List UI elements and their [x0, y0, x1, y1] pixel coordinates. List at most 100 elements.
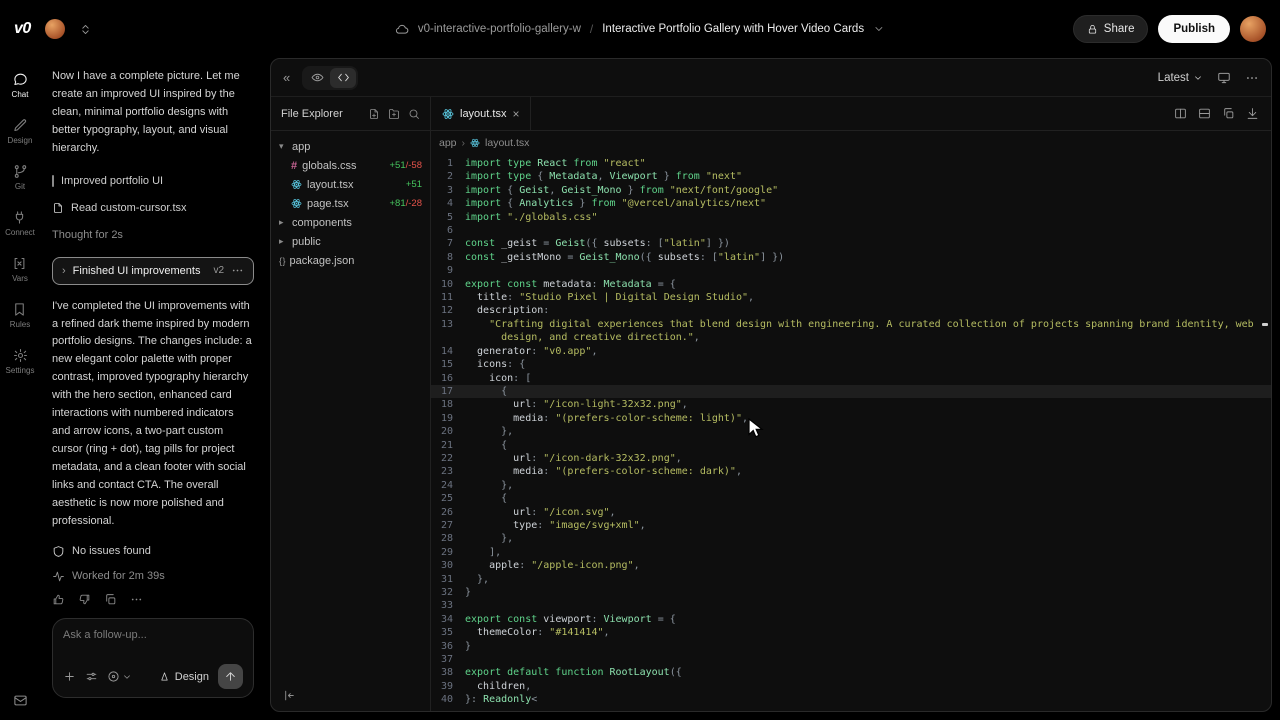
code-line[interactable]: 18 url: "/icon-light-32x32.png", — [431, 398, 1271, 411]
tree-folder-public[interactable]: ▸ public — [271, 232, 430, 251]
design-mode-toggle[interactable]: Design — [159, 671, 209, 683]
code-line[interactable]: 39 children, — [431, 680, 1271, 693]
chat-input-box[interactable]: Design — [52, 618, 254, 698]
tree-folder-components[interactable]: ▸ components — [271, 213, 430, 232]
step-read-custom-cursor[interactable]: Read custom-cursor.tsx — [52, 195, 254, 222]
copy-file-icon[interactable] — [1222, 107, 1235, 120]
preview-eye-icon[interactable] — [304, 68, 330, 88]
code-line[interactable]: 33 — [431, 599, 1271, 612]
code-line[interactable]: 3import { Geist, Geist_Mono } from "next… — [431, 184, 1271, 197]
code-line[interactable]: 35 themeColor: "#141414", — [431, 626, 1271, 639]
code-line[interactable]: 2import type { Metadata, Viewport } from… — [431, 170, 1271, 183]
code-line[interactable]: design, and creative direction.", — [431, 331, 1271, 344]
copy-icon[interactable] — [104, 593, 117, 606]
code-line[interactable]: 19 media: "(prefers-color-scheme: light)… — [431, 412, 1271, 425]
breadcrumb-folder[interactable]: app — [439, 137, 457, 149]
new-folder-icon[interactable] — [388, 108, 400, 120]
model-selector[interactable] — [107, 670, 132, 683]
code-line[interactable]: 40}: Readonly< — [431, 693, 1271, 706]
mail-icon[interactable] — [13, 693, 28, 708]
code-line[interactable]: 30 apple: "/apple-icon.png", — [431, 559, 1271, 572]
project-slug[interactable]: v0-interactive-portfolio-gallery-w — [418, 23, 581, 35]
code-line[interactable]: 6 — [431, 224, 1271, 237]
code-line[interactable]: 22 url: "/icon-dark-32x32.png", — [431, 452, 1271, 465]
code-line[interactable]: 7const _geist = Geist({ subsets: ["latin… — [431, 237, 1271, 250]
version-selector[interactable]: Latest — [1158, 72, 1203, 84]
code-line[interactable]: 34export const viewport: Viewport = { — [431, 613, 1271, 626]
tree-folder-app[interactable]: ▾ app — [271, 137, 430, 156]
sliders-icon[interactable] — [85, 670, 98, 683]
thumbs-down-icon[interactable] — [78, 593, 91, 606]
rail-item-design[interactable]: Design — [8, 118, 33, 145]
code-line[interactable]: 26 url: "/icon.svg", — [431, 506, 1271, 519]
code-line[interactable]: 10export const metadata: Metadata = { — [431, 278, 1271, 291]
split-columns-icon[interactable] — [1174, 107, 1187, 120]
code-line[interactable]: 16 icon: [ — [431, 372, 1271, 385]
v0-logo[interactable]: v0 — [14, 20, 31, 38]
code-line[interactable]: 13 "Crafting digital experiences that bl… — [431, 318, 1271, 331]
code-line[interactable]: 38export default function RootLayout({ — [431, 666, 1271, 679]
search-icon[interactable] — [408, 108, 420, 120]
step-improved-portfolio-ui[interactable]: Improved portfolio UI — [52, 168, 254, 195]
download-icon[interactable] — [1246, 107, 1259, 120]
more-horizontal-icon[interactable] — [130, 593, 143, 606]
rail-item-git[interactable]: Git — [13, 164, 28, 191]
rail-item-connect[interactable]: Connect — [5, 210, 35, 237]
tab-layout-tsx[interactable]: layout.tsx × — [431, 97, 531, 130]
code-line[interactable]: 25 { — [431, 492, 1271, 505]
code-line[interactable]: 21 { — [431, 439, 1271, 452]
user-avatar[interactable] — [45, 19, 65, 39]
rail-item-settings[interactable]: Settings — [6, 348, 35, 375]
chevrons-updown-icon[interactable] — [79, 23, 92, 36]
close-tab-icon[interactable]: × — [512, 107, 519, 121]
code-line[interactable]: 8const _geistMono = Geist_Mono({ subsets… — [431, 251, 1271, 264]
account-avatar[interactable] — [1240, 16, 1266, 42]
worked-duration-row[interactable]: Worked for 2m 39s — [52, 570, 254, 583]
more-horizontal-icon[interactable] — [1245, 71, 1259, 85]
code-view-icon[interactable] — [330, 68, 356, 88]
follow-up-input[interactable] — [63, 629, 243, 641]
split-rows-icon[interactable] — [1198, 107, 1211, 120]
share-button[interactable]: Share — [1073, 15, 1149, 43]
tree-file-globals-css[interactable]: # globals.css +51/-58 — [271, 156, 430, 175]
publish-button[interactable]: Publish — [1158, 15, 1230, 43]
more-options-icon[interactable] — [231, 264, 244, 277]
send-button[interactable] — [218, 664, 243, 689]
code-line[interactable]: 9 — [431, 264, 1271, 277]
rail-item-chat[interactable]: Chat — [12, 72, 29, 99]
finished-task-card[interactable]: › Finished UI improvements v2 — [52, 257, 254, 285]
chevron-down-icon[interactable] — [873, 23, 885, 35]
code-line[interactable]: 29 ], — [431, 546, 1271, 559]
code-line[interactable]: 11 title: "Studio Pixel | Digital Design… — [431, 291, 1271, 304]
code-line[interactable]: 1import type React from "react" — [431, 157, 1271, 170]
code-line[interactable]: 28 }, — [431, 532, 1271, 545]
code-content[interactable]: 1import type React from "react"2import t… — [431, 154, 1271, 711]
code-line[interactable]: 37 — [431, 653, 1271, 666]
monitor-icon[interactable] — [1217, 71, 1231, 85]
tree-file-package-json[interactable]: { } package.json — [271, 251, 430, 270]
breadcrumb-file[interactable]: layout.tsx — [485, 137, 529, 149]
tree-file-layout-tsx[interactable]: layout.tsx +51 — [271, 175, 430, 194]
rail-item-rules[interactable]: Rules — [10, 302, 30, 329]
code-line[interactable]: 20 }, — [431, 425, 1271, 438]
code-line[interactable]: 17 { — [431, 385, 1271, 398]
code-line[interactable]: 32} — [431, 586, 1271, 599]
thumbs-up-icon[interactable] — [52, 593, 65, 606]
step-thought[interactable]: Thought for 2s — [52, 222, 254, 249]
code-line[interactable]: 14 generator: "v0.app", — [431, 345, 1271, 358]
plus-icon[interactable] — [63, 670, 76, 683]
new-file-icon[interactable] — [368, 108, 380, 120]
double-chevron-left-icon[interactable]: « — [283, 70, 290, 85]
code-line[interactable]: 27 type: "image/svg+xml", — [431, 519, 1271, 532]
code-line[interactable]: 36} — [431, 640, 1271, 653]
code-line[interactable]: 12 description: — [431, 304, 1271, 317]
tree-file-page-tsx[interactable]: page.tsx +81/-28 — [271, 194, 430, 213]
collapse-panel-icon[interactable] — [283, 689, 430, 702]
code-line[interactable]: 5import "./globals.css" — [431, 211, 1271, 224]
code-line[interactable]: 24 }, — [431, 479, 1271, 492]
code-line[interactable]: 15 icons: { — [431, 358, 1271, 371]
code-line[interactable]: 4import { Analytics } from "@vercel/anal… — [431, 197, 1271, 210]
code-line[interactable]: 23 media: "(prefers-color-scheme: dark)"… — [431, 465, 1271, 478]
rail-item-vars[interactable]: Vars — [12, 256, 28, 283]
code-line[interactable]: 31 }, — [431, 573, 1271, 586]
